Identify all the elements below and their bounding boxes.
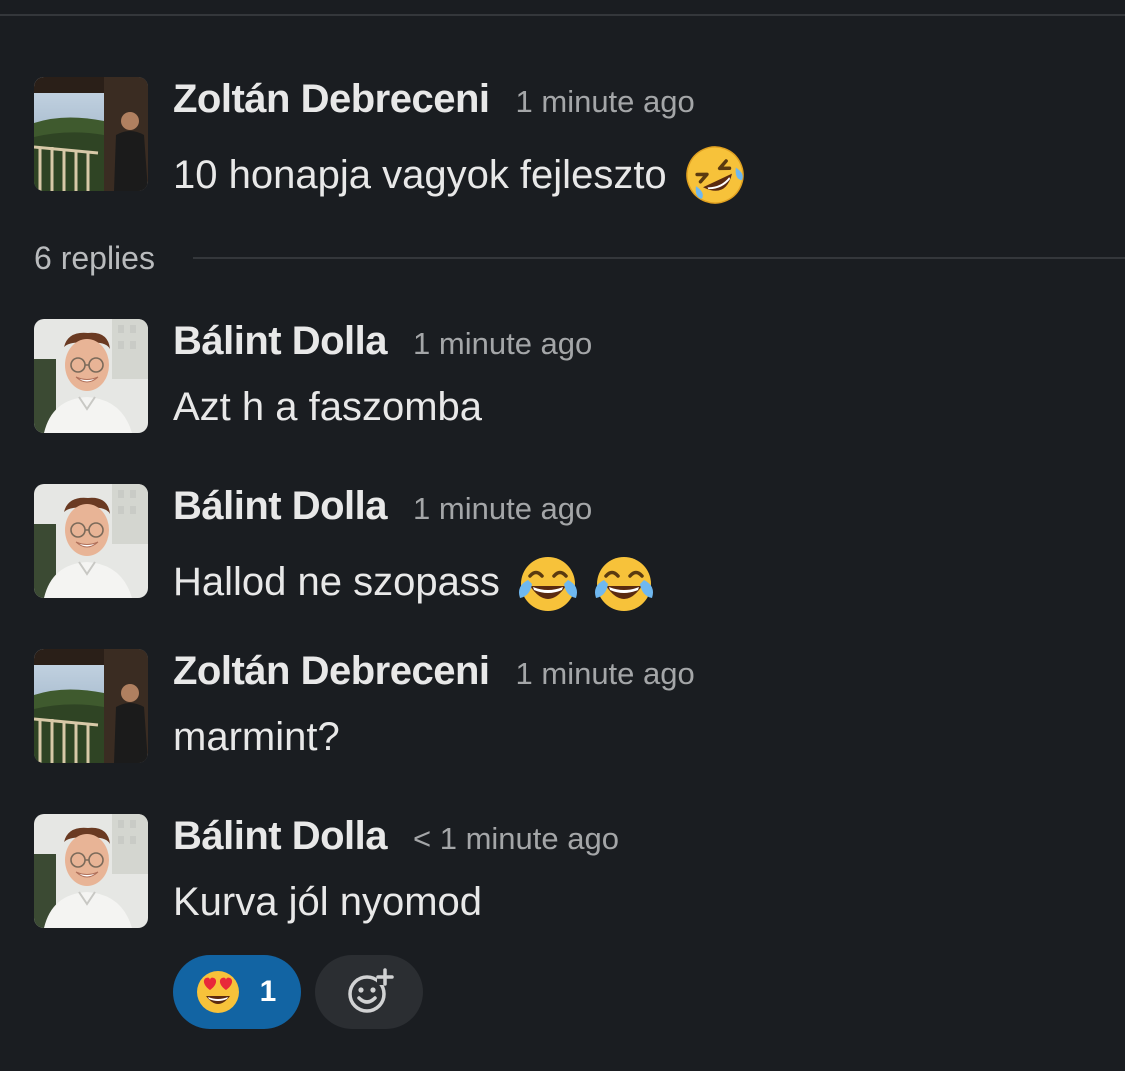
message-text: Hallod ne szopass <box>173 550 656 614</box>
message-body: Kurva jól nyomod <box>173 880 483 924</box>
author-name[interactable]: Bálint Dolla <box>173 319 388 364</box>
message-text: Kurva jól nyomod <box>173 880 482 925</box>
message-timestamp[interactable]: 1 minute ago <box>516 656 695 692</box>
avatar-zoltan[interactable] <box>34 649 148 763</box>
message-header: Zoltán Debreceni 1 minute ago <box>173 77 695 127</box>
top-divider <box>0 14 1125 16</box>
message-header: Bálint Dolla < 1 minute ago <box>173 814 619 864</box>
thread-parent-message[interactable]: Zoltán Debreceni 1 minute ago 10 honapja… <box>34 77 1094 207</box>
add-reaction-button[interactable] <box>315 955 423 1029</box>
reply-message[interactable]: Bálint Dolla 1 minute ago Hallod ne szop… <box>34 484 1094 614</box>
face-with-tears-of-joy-emoji <box>516 550 580 614</box>
message-header: Bálint Dolla 1 minute ago <box>173 319 592 369</box>
message-body: marmint? <box>173 715 340 759</box>
message-text: Azt h a faszomba <box>173 385 482 430</box>
reply-message[interactable]: Zoltán Debreceni 1 minute ago marmint? <box>34 649 1094 779</box>
author-name[interactable]: Zoltán Debreceni <box>173 649 490 694</box>
author-name[interactable]: Zoltán Debreceni <box>173 77 490 122</box>
avatar-balint[interactable] <box>34 814 148 928</box>
message-text: 10 honapja vagyok fejleszto <box>173 143 747 207</box>
reactions-bar: 1 <box>173 955 423 1029</box>
replies-count: 6 replies <box>34 239 155 276</box>
message-header: Zoltán Debreceni 1 minute ago <box>173 649 695 699</box>
message-body: Hallod ne szopass <box>173 559 500 604</box>
reply-message[interactable]: Bálint Dolla < 1 minute ago Kurva jól ny… <box>34 814 1094 944</box>
message-body: Azt h a faszomba <box>173 385 483 429</box>
author-name[interactable]: Bálint Dolla <box>173 814 388 859</box>
message-timestamp[interactable]: 1 minute ago <box>413 491 592 527</box>
replies-divider-line <box>192 257 1125 259</box>
face-with-tears-of-joy-emoji <box>592 550 656 614</box>
heart-eyes-icon <box>194 968 242 1016</box>
reaction-heart-eyes-button[interactable]: 1 <box>173 955 301 1029</box>
message-body: 10 honapja vagyok fejleszto <box>173 152 667 197</box>
reaction-count: 1 <box>259 975 277 1008</box>
replies-divider: 6 replies <box>34 236 1125 280</box>
avatar-balint[interactable] <box>34 484 148 598</box>
message-timestamp[interactable]: 1 minute ago <box>516 84 695 120</box>
message-text: marmint? <box>173 715 340 760</box>
message-timestamp[interactable]: < 1 minute ago <box>413 821 619 857</box>
message-timestamp[interactable]: 1 minute ago <box>413 326 592 362</box>
author-name[interactable]: Bálint Dolla <box>173 484 388 529</box>
message-header: Bálint Dolla 1 minute ago <box>173 484 592 534</box>
reply-message[interactable]: Bálint Dolla 1 minute ago Azt h a faszom… <box>34 319 1094 449</box>
avatar-zoltan[interactable] <box>34 77 148 191</box>
rolling-on-floor-laughing-emoji <box>683 143 747 207</box>
add-reaction-icon <box>342 965 396 1019</box>
avatar-balint[interactable] <box>34 319 148 433</box>
